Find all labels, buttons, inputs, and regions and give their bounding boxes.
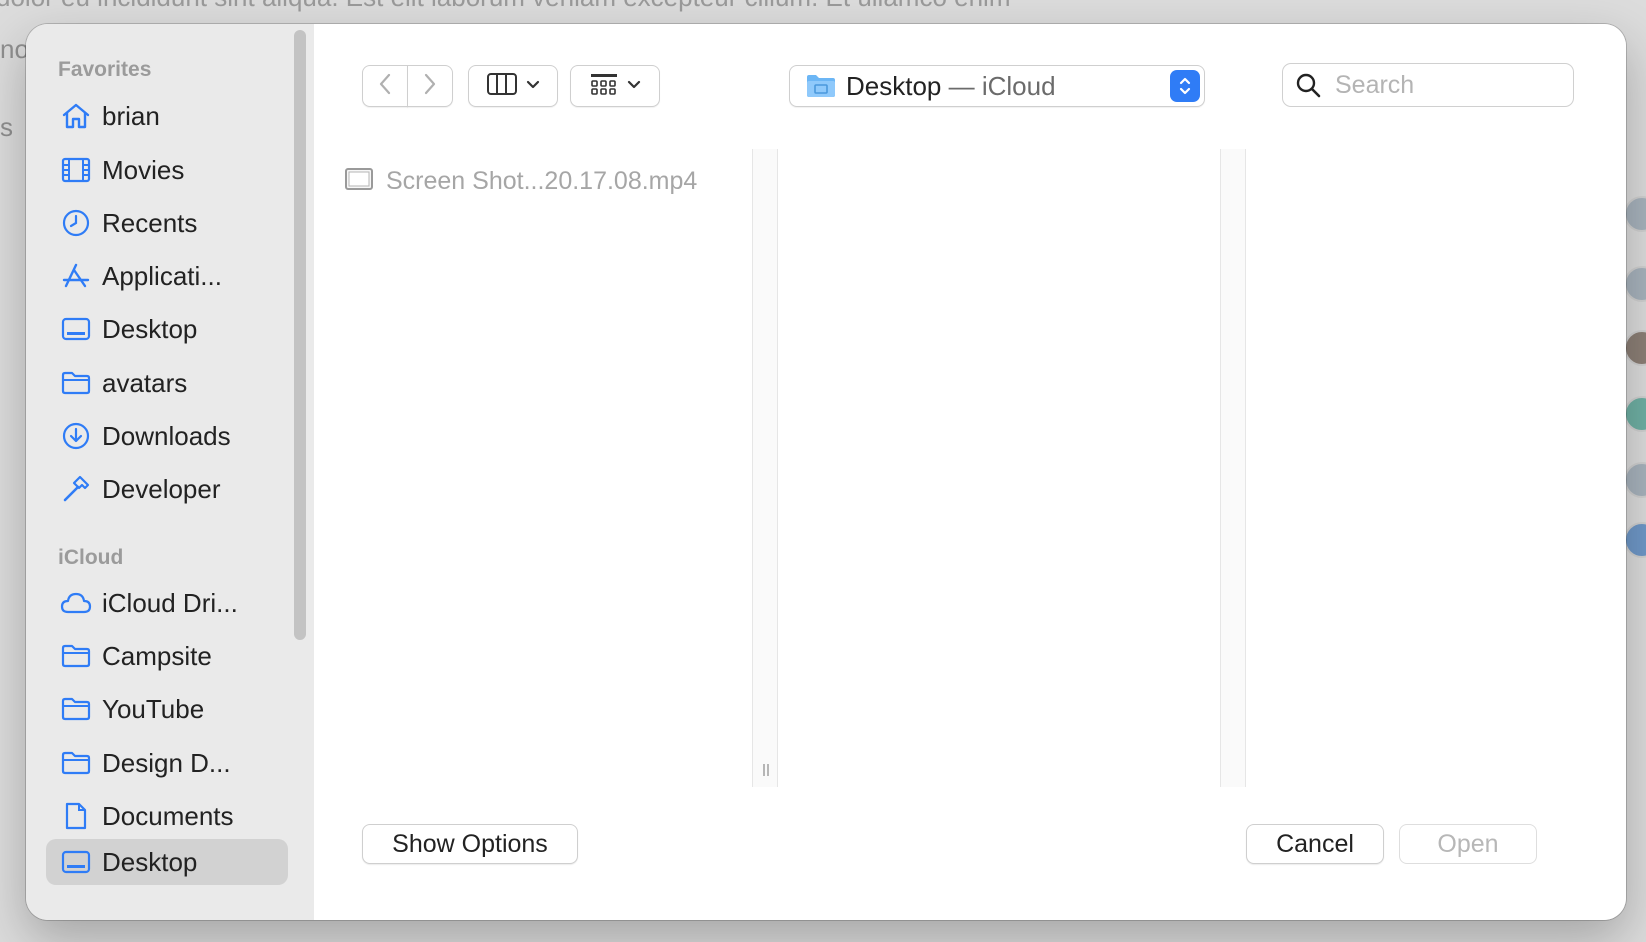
popup-stepper-icon bbox=[1170, 70, 1200, 102]
file-name: Screen Shot...20.17.08.mp4 bbox=[386, 166, 698, 195]
sidebar-item-label: YouTube bbox=[102, 693, 205, 724]
chevron-down-icon bbox=[627, 77, 641, 95]
avatar bbox=[1624, 462, 1646, 498]
show-options-button[interactable]: Show Options bbox=[362, 824, 578, 864]
cloud-icon bbox=[58, 588, 94, 618]
sidebar-item-label: Downloads bbox=[102, 420, 231, 451]
sidebar-item-icloud-drive[interactable]: iCloud Dri... bbox=[46, 580, 288, 626]
sidebar-item-label: Campsite bbox=[102, 640, 212, 671]
sidebar-item-avatars[interactable]: avatars bbox=[46, 360, 288, 406]
sidebar-item-developer[interactable]: Developer bbox=[46, 466, 288, 512]
sidebar-section-favorites: Favorites bbox=[58, 58, 152, 81]
sidebar-item-label: Documents bbox=[102, 800, 234, 831]
sidebar-section-icloud: iCloud bbox=[58, 546, 124, 569]
sidebar-item-desktop[interactable]: Desktop bbox=[46, 306, 288, 352]
view-mode-button[interactable] bbox=[468, 65, 558, 107]
sidebar-item-youtube[interactable]: YouTube bbox=[46, 686, 288, 732]
folder-icon bbox=[58, 641, 94, 671]
film-icon bbox=[58, 155, 94, 185]
chevron-down-icon bbox=[526, 77, 540, 95]
sidebar-item-label: Movies bbox=[102, 154, 185, 185]
sidebar-item-design-d[interactable]: Design D... bbox=[46, 740, 288, 786]
sidebar: Favorites brian Movies Recents Applicati… bbox=[26, 24, 315, 920]
location-label: Desktop — iCloud bbox=[846, 71, 1056, 102]
group-by-button[interactable] bbox=[570, 65, 660, 107]
sidebar-item-downloads[interactable]: Downloads bbox=[46, 413, 288, 459]
forward-button[interactable] bbox=[407, 65, 453, 107]
video-file-icon bbox=[344, 167, 374, 196]
grid-icon bbox=[589, 72, 619, 101]
sidebar-item-label: brian bbox=[102, 100, 160, 131]
clock-icon bbox=[58, 208, 94, 238]
back-button[interactable] bbox=[362, 65, 408, 107]
location-popup[interactable]: Desktop — iCloud bbox=[789, 65, 1205, 107]
browser-column-1: Screen Shot...20.17.08.mp4 bbox=[314, 149, 752, 787]
column-resize-divider[interactable] bbox=[752, 149, 778, 787]
sidebar-item-label: Recents bbox=[102, 207, 198, 238]
search-input[interactable] bbox=[1333, 69, 1557, 101]
desktop-icon bbox=[58, 314, 94, 344]
dialog-footer: Show Options Cancel Open bbox=[314, 787, 1626, 920]
cancel-button[interactable]: Cancel bbox=[1246, 824, 1384, 864]
sidebar-item-movies[interactable]: Movies bbox=[46, 147, 288, 193]
avatar bbox=[1624, 330, 1646, 366]
folder-icon bbox=[58, 748, 94, 778]
location-name: Desktop bbox=[846, 70, 942, 101]
folder-desktop-icon bbox=[806, 73, 836, 99]
open-button[interactable]: Open bbox=[1399, 824, 1537, 864]
sidebar-item-label: Desktop bbox=[102, 313, 198, 344]
avatar bbox=[1624, 396, 1646, 432]
sidebar-item-recents[interactable]: Recents bbox=[46, 200, 288, 246]
chevron-right-icon bbox=[422, 72, 438, 101]
sidebar-item-desktop-icloud[interactable]: Desktop bbox=[46, 839, 288, 885]
background-text: dolor eu incididunt sint aliqua. Est eli… bbox=[0, 0, 1010, 13]
folder-icon bbox=[58, 694, 94, 724]
document-icon bbox=[58, 801, 94, 831]
background-fragment: s bbox=[0, 112, 13, 142]
browser-column-2 bbox=[778, 149, 1220, 787]
sidebar-item-brian[interactable]: brian bbox=[46, 93, 288, 139]
folder-icon bbox=[58, 368, 94, 398]
sidebar-item-campsite[interactable]: Campsite bbox=[46, 633, 288, 679]
file-browser: Screen Shot...20.17.08.mp4 bbox=[314, 149, 1626, 788]
hammer-icon bbox=[58, 474, 94, 504]
column-divider[interactable] bbox=[1220, 149, 1246, 787]
location-sublabel: — iCloud bbox=[948, 70, 1056, 101]
sidebar-item-label: iCloud Dri... bbox=[102, 587, 238, 618]
browser-column-3 bbox=[1246, 149, 1626, 787]
sidebar-item-label: Applicati... bbox=[102, 260, 222, 291]
columns-view-icon bbox=[486, 72, 518, 101]
sidebar-item-label: Design D... bbox=[102, 747, 231, 778]
sidebar-item-label: avatars bbox=[102, 367, 188, 398]
file-row[interactable]: Screen Shot...20.17.08.mp4 bbox=[344, 163, 697, 199]
download-icon bbox=[58, 421, 94, 451]
sidebar-item-label: Developer bbox=[102, 473, 221, 504]
avatar bbox=[1624, 196, 1646, 232]
home-icon bbox=[58, 101, 94, 131]
toolbar: Desktop — iCloud bbox=[314, 24, 1626, 150]
sidebar-item-applications[interactable]: Applicati... bbox=[46, 253, 288, 299]
avatar bbox=[1624, 522, 1646, 558]
chevron-left-icon bbox=[377, 72, 393, 101]
search-field[interactable] bbox=[1282, 63, 1574, 107]
sidebar-item-label: Desktop bbox=[102, 846, 198, 877]
resize-grip-icon bbox=[761, 763, 771, 777]
open-file-dialog: Favorites brian Movies Recents Applicati… bbox=[26, 24, 1626, 920]
background-fragment: no bbox=[0, 34, 29, 64]
applications-icon bbox=[58, 261, 94, 291]
desktop-icon bbox=[58, 847, 94, 877]
sidebar-scrollbar[interactable] bbox=[294, 30, 306, 640]
search-icon bbox=[1295, 72, 1321, 98]
avatar bbox=[1624, 266, 1646, 302]
sidebar-item-documents[interactable]: Documents bbox=[46, 793, 288, 839]
